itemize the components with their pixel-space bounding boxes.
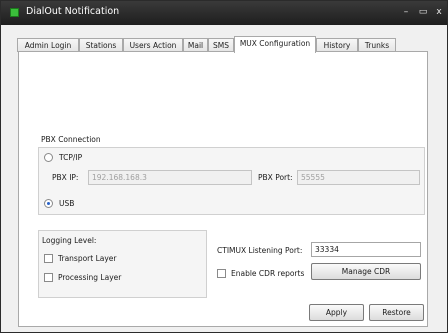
ctimux-listening-port-field[interactable]: 33334 <box>311 242 421 257</box>
pbx-ip-label: PBX IP: <box>52 173 79 182</box>
logging-level-heading: Logging Level: <box>42 236 97 245</box>
tab-stations[interactable]: Stations <box>79 38 123 52</box>
app-icon <box>10 8 19 17</box>
mux-configuration-panel: PBX Connection TCP/IP PBX IP: 192.168.16… <box>18 51 428 327</box>
minimize-button[interactable]: – <box>399 5 413 19</box>
usb-radio[interactable] <box>44 199 53 208</box>
pbx-connection-heading: PBX Connection <box>41 135 101 144</box>
enable-cdr-label: Enable CDR reports <box>231 269 305 278</box>
tab-sms[interactable]: SMS <box>208 38 234 52</box>
pbx-ip-field[interactable]: 192.168.168.3 <box>88 170 252 185</box>
tab-users-action[interactable]: Users Action <box>123 38 183 52</box>
manage-cdr-button[interactable]: Manage CDR <box>311 263 421 280</box>
tab-admin-login[interactable]: Admin Login <box>17 38 79 52</box>
dialout-notification-window: DialOut Notification – ▭ x Admin Login S… <box>0 0 448 333</box>
pbx-port-field[interactable]: 55555 <box>297 170 420 185</box>
tab-history[interactable]: History <box>316 38 358 52</box>
usb-label: USB <box>59 199 75 208</box>
enable-cdr-checkbox[interactable] <box>217 269 226 278</box>
tab-mux-configuration[interactable]: MUX Configuration <box>234 36 316 53</box>
tab-mail[interactable]: Mail <box>183 38 208 52</box>
transport-layer-checkbox[interactable] <box>44 254 53 263</box>
pbx-connection-group: TCP/IP PBX IP: 192.168.168.3 PBX Port: 5… <box>38 147 425 215</box>
restore-button[interactable]: Restore <box>369 304 424 321</box>
close-button[interactable]: x <box>432 5 446 19</box>
tcpip-radio[interactable] <box>44 153 53 162</box>
title-bar[interactable]: DialOut Notification – ▭ x <box>1 1 447 25</box>
ctimux-listening-port-label: CTIMUX Listening Port: <box>217 246 303 255</box>
transport-layer-label: Transport Layer <box>58 254 117 263</box>
maximize-button[interactable]: ▭ <box>416 5 430 19</box>
window-title: DialOut Notification <box>26 6 120 17</box>
logging-level-group: Logging Level: Transport Layer Processin… <box>38 230 207 298</box>
tcpip-label: TCP/IP <box>59 153 83 162</box>
processing-layer-label: Processing Layer <box>58 273 122 282</box>
window-client-area: Admin Login Stations Users Action Mail S… <box>1 25 447 332</box>
tab-trunks[interactable]: Trunks <box>358 38 396 52</box>
processing-layer-checkbox[interactable] <box>44 273 53 282</box>
pbx-port-label: PBX Port: <box>258 173 293 182</box>
apply-button[interactable]: Apply <box>309 304 364 321</box>
